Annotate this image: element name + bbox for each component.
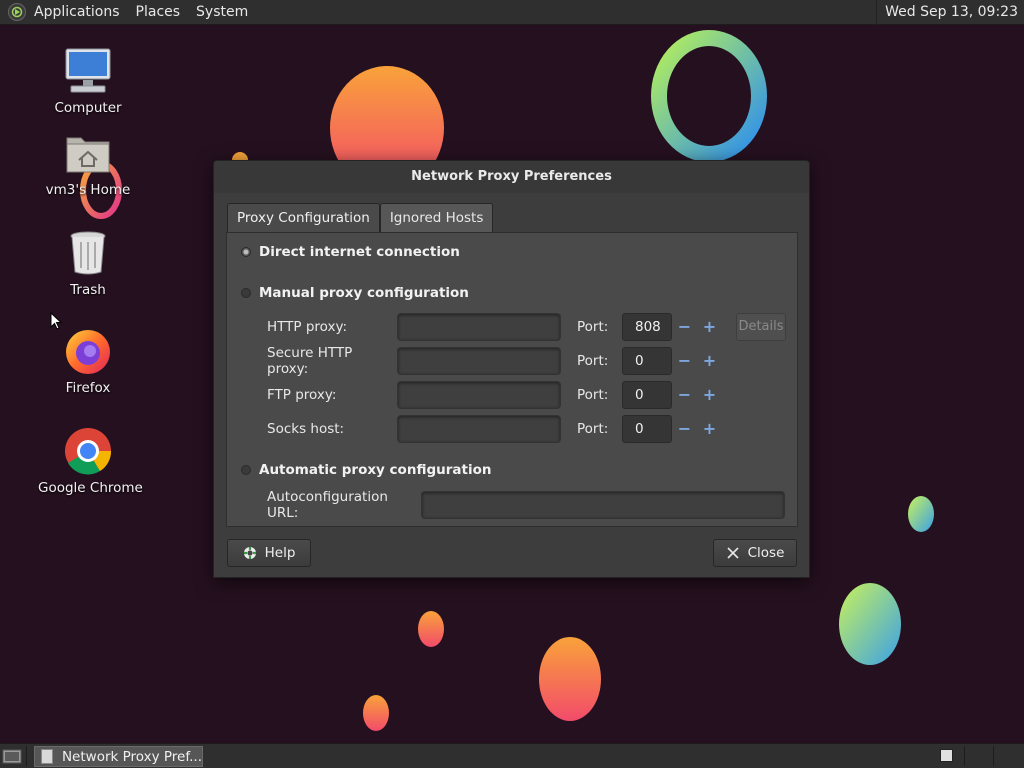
desktop-icon-label: Trash [70, 282, 106, 298]
desktop-icon-label: Google Chrome [38, 480, 143, 496]
clock[interactable]: Wed Sep 13, 09:23 [876, 0, 1024, 25]
port-increment-button[interactable]: + [697, 415, 722, 443]
bottom-panel: Network Proxy Pref... [0, 743, 1024, 768]
ftp-proxy-host-input[interactable] [397, 381, 561, 409]
tab-ignored-hosts[interactable]: Ignored Hosts [379, 203, 494, 233]
http-proxy-row: HTTP proxy: Port: 808 − + Details [267, 313, 787, 341]
tab-proxy-configuration[interactable]: Proxy Configuration [227, 203, 380, 233]
port-decrement-button[interactable]: − [672, 313, 697, 341]
port-label: Port: [577, 319, 609, 335]
port-increment-button[interactable]: + [697, 347, 722, 375]
desktop-icon-home[interactable]: vm3's Home [38, 128, 138, 198]
trash-icon [63, 228, 113, 278]
home-folder-icon [63, 128, 113, 178]
socks-host-row: Socks host: Port: 0 − + [267, 415, 787, 443]
applications-logo-icon[interactable] [8, 3, 26, 21]
menu-places[interactable]: Places [128, 0, 189, 25]
mouse-cursor-icon [50, 312, 62, 330]
help-lifebuoy-icon [243, 547, 256, 559]
http-proxy-label: HTTP proxy: [267, 319, 348, 335]
port-increment-button[interactable]: + [697, 381, 722, 409]
desktop-icon-chrome[interactable]: Google Chrome [38, 426, 143, 496]
autoconfiguration-url-label: Autoconfiguration URL: [267, 489, 388, 521]
radio-indicator [241, 247, 251, 257]
radio-automatic-proxy[interactable]: Automatic proxy configuration [241, 462, 491, 478]
desktop-icon-label: Firefox [65, 380, 111, 396]
socks-host-input[interactable] [397, 415, 561, 443]
taskbar-item-network-proxy[interactable]: Network Proxy Pref... [34, 746, 203, 767]
radio-manual-proxy[interactable]: Manual proxy configuration [241, 285, 469, 301]
port-increment-button[interactable]: + [697, 313, 722, 341]
dialog-window-icon [41, 749, 53, 764]
close-label: Close [747, 545, 785, 561]
port-label: Port: [577, 353, 609, 369]
desktop-icon-trash[interactable]: Trash [38, 228, 138, 298]
workspace-separator [964, 746, 965, 766]
radio-label: Manual proxy configuration [259, 285, 469, 301]
taskbar-item-label: Network Proxy Pref... [61, 748, 202, 765]
port-label: Port: [577, 421, 609, 437]
close-icon [727, 547, 739, 559]
radio-label: Automatic proxy configuration [259, 462, 492, 478]
socks-host-label: Socks host: [267, 421, 345, 437]
close-button[interactable]: Close [713, 539, 797, 567]
secure-http-port-input[interactable]: 0 [622, 347, 672, 375]
http-port-input[interactable]: 808 [622, 313, 672, 341]
chrome-icon [63, 426, 113, 476]
menu-system[interactable]: System [188, 0, 256, 25]
details-button[interactable]: Details [736, 313, 786, 341]
workspace-switcher-1[interactable] [940, 749, 953, 762]
port-decrement-button[interactable]: − [672, 415, 697, 443]
ftp-port-input[interactable]: 0 [622, 381, 672, 409]
tab-bar: Proxy Configuration Ignored Hosts [227, 203, 494, 233]
desktop-icon-label: Computer [54, 100, 122, 116]
menu-applications[interactable]: Applications [26, 0, 128, 25]
network-proxy-dialog: Network Proxy Preferences Proxy Configur… [213, 160, 810, 578]
workspace-separator [993, 746, 994, 766]
secure-http-proxy-label: Secure HTTP proxy: [267, 345, 353, 377]
radio-label: Direct internet connection [259, 244, 460, 260]
socks-port-input[interactable]: 0 [622, 415, 672, 443]
port-decrement-button[interactable]: − [672, 347, 697, 375]
ftp-proxy-label: FTP proxy: [267, 387, 337, 403]
radio-direct-connection[interactable]: Direct internet connection [241, 244, 460, 260]
computer-icon [63, 46, 113, 96]
ftp-proxy-row: FTP proxy: Port: 0 − + [267, 381, 787, 409]
panel-separator [26, 746, 27, 766]
desktop-icon-firefox[interactable]: Firefox [38, 326, 138, 396]
http-proxy-host-input[interactable] [397, 313, 561, 341]
help-label: Help [264, 545, 296, 561]
desktop-icon-label: vm3's Home [45, 182, 131, 198]
desktop-icon-computer[interactable]: Computer [38, 46, 138, 116]
autoconfiguration-url-row: Autoconfiguration URL: [267, 489, 785, 521]
port-label: Port: [577, 387, 609, 403]
port-decrement-button[interactable]: − [672, 381, 697, 409]
proxy-configuration-panel: Direct internet connection Manual proxy … [226, 232, 798, 527]
autoconfiguration-url-input[interactable] [421, 491, 785, 519]
dialog-title[interactable]: Network Proxy Preferences [214, 161, 809, 193]
show-desktop-icon[interactable] [2, 747, 22, 765]
secure-http-proxy-host-input[interactable] [397, 347, 561, 375]
radio-indicator [241, 465, 251, 475]
radio-indicator [241, 288, 251, 298]
firefox-icon [63, 326, 113, 376]
top-panel: Applications Places System Wed Sep 13, 0… [0, 0, 1024, 25]
secure-http-proxy-row: Secure HTTP proxy: Port: 0 − + [267, 345, 787, 377]
help-button[interactable]: Help [227, 539, 311, 567]
